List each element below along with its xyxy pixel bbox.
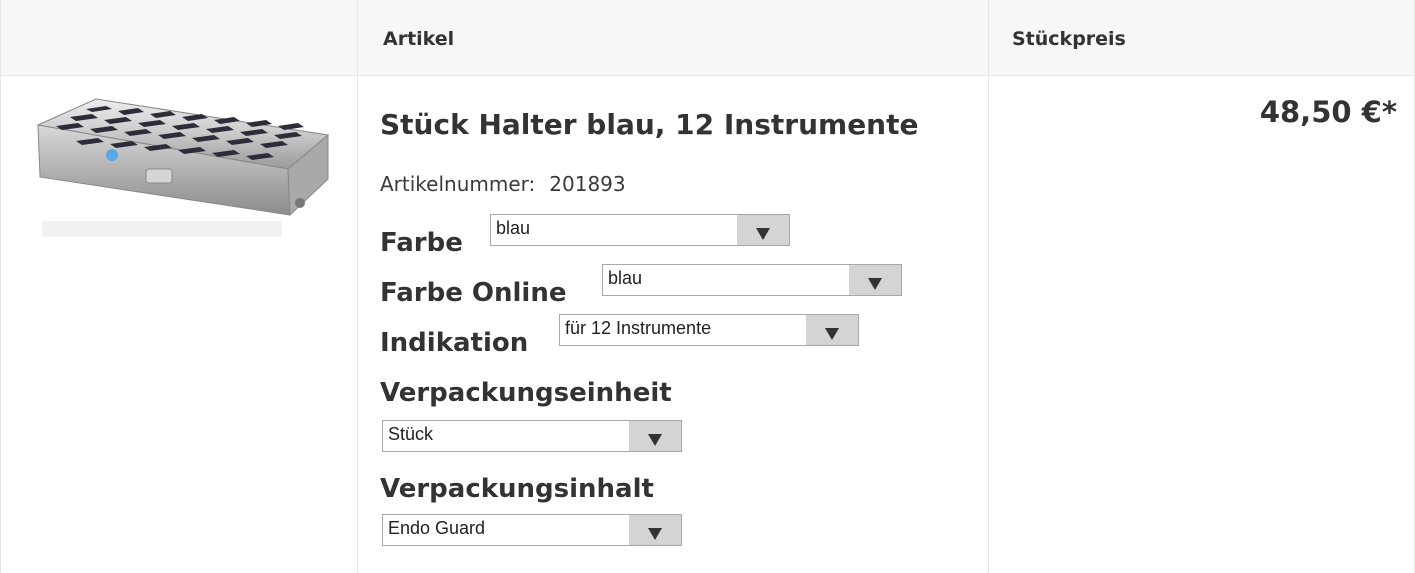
option-label-verpackungsinhalt: Verpackungsinhalt (380, 474, 654, 504)
article-number-label: Artikelnummer: (380, 172, 536, 196)
option-label-verpackungseinheit: Verpackungseinheit (380, 378, 672, 408)
column-header-article: Artikel (383, 28, 455, 50)
chevron-down-icon (825, 328, 839, 340)
row-divider (0, 75, 1415, 76)
option-label-farbe-online: Farbe Online (380, 278, 567, 308)
column-divider (357, 0, 358, 573)
indikation-select-value: für 12 Instrumente (565, 318, 712, 338)
chevron-down-icon (648, 528, 662, 540)
chevron-down-icon (868, 278, 882, 290)
cart-table: Artikel Stückpreis Stück Halter blau, 12… (0, 0, 1415, 573)
option-label-farbe: Farbe (380, 228, 463, 258)
product-image[interactable] (28, 95, 330, 245)
column-header-unit-price: Stückpreis (1012, 28, 1126, 50)
dropdown-button[interactable] (629, 515, 681, 545)
dropdown-button[interactable] (806, 315, 858, 345)
article-number-value: 201893 (549, 172, 626, 196)
farbe-select[interactable]: blau (490, 214, 790, 246)
farbe-select-value: blau (496, 218, 531, 238)
verpackungseinheit-select-value: Stück (388, 424, 434, 444)
chevron-down-icon (648, 434, 662, 446)
unit-price: 48,50 €* (1259, 95, 1397, 129)
farbe-online-select[interactable]: blau (602, 264, 902, 296)
option-label-indikation: Indikation (380, 328, 529, 358)
dropdown-button[interactable] (629, 421, 681, 451)
verpackungsinhalt-select-value: Endo Guard (388, 518, 486, 538)
dropdown-button[interactable] (849, 265, 901, 295)
column-divider (988, 0, 989, 573)
product-title[interactable]: Stück Halter blau, 12 Instrumente (380, 108, 919, 141)
indikation-select[interactable]: für 12 Instrumente (559, 314, 859, 346)
farbe-online-select-value: blau (608, 268, 643, 288)
verpackungsinhalt-select[interactable]: Endo Guard (382, 514, 682, 546)
dropdown-button[interactable] (737, 215, 789, 245)
article-number: Artikelnummer: 201893 (380, 172, 626, 196)
verpackungseinheit-select[interactable]: Stück (382, 420, 682, 452)
table-header: Artikel Stückpreis (0, 0, 1415, 75)
column-divider (0, 0, 1, 573)
chevron-down-icon (756, 228, 770, 240)
